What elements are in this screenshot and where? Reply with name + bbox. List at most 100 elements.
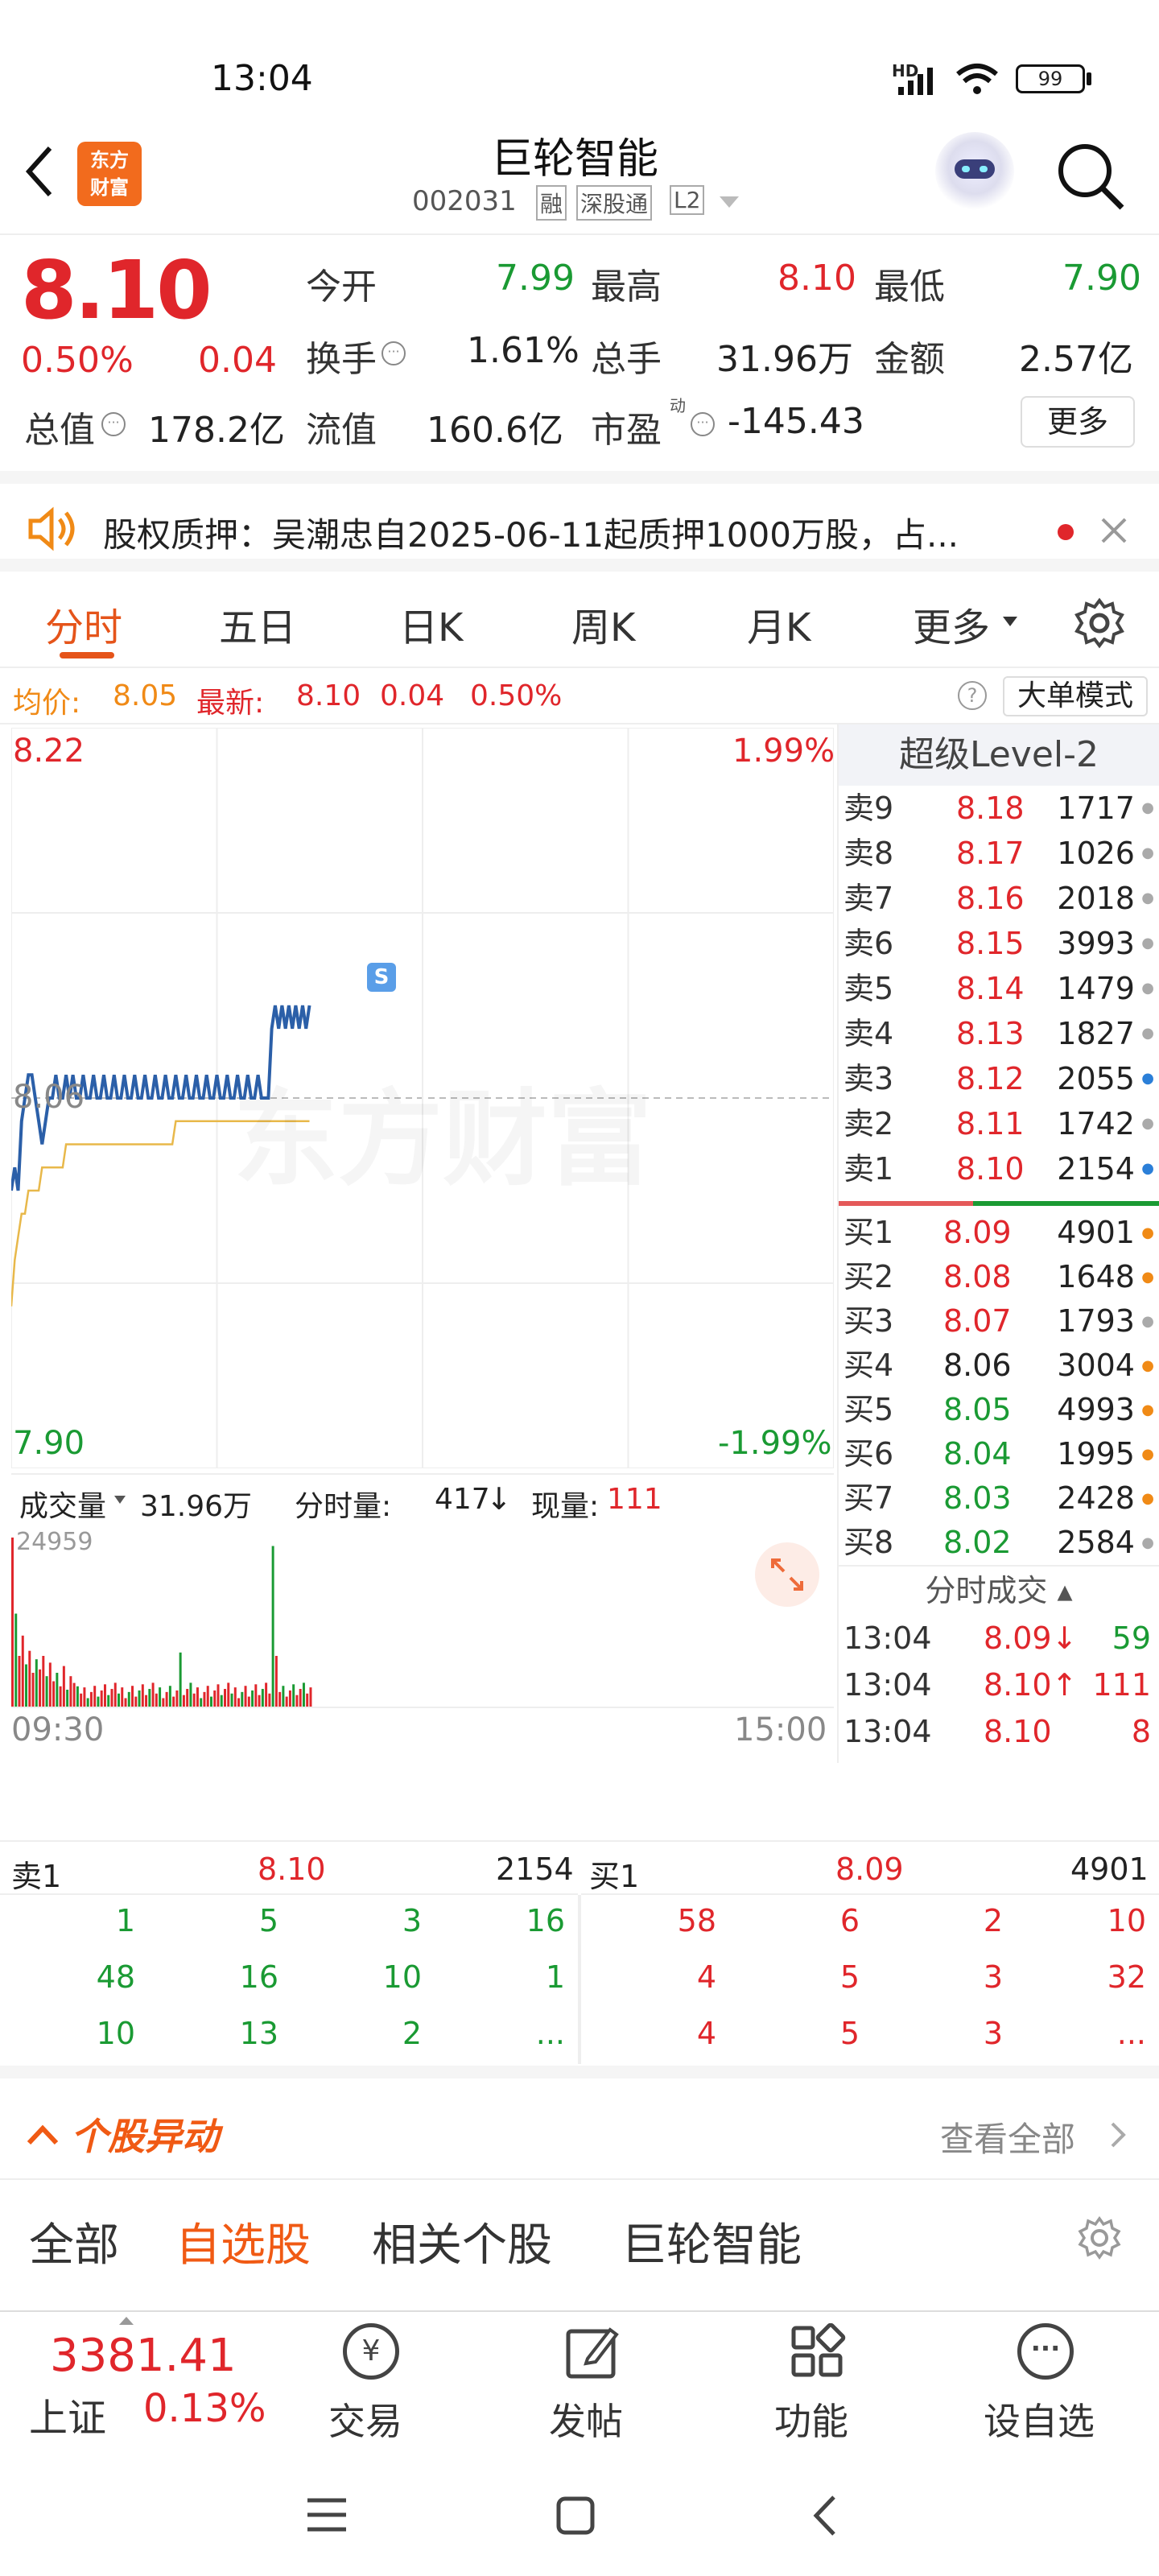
- tab-intraday[interactable]: 分时: [45, 596, 122, 652]
- tick-row[interactable]: 13:04 8.10 8: [839, 1708, 1159, 1755]
- close-icon[interactable]: [1099, 516, 1128, 545]
- stat-value: -145.43: [728, 401, 864, 442]
- tab-five-day[interactable]: 五日: [219, 596, 296, 652]
- bid-row[interactable]: 买2 8.08 1648 ●: [839, 1255, 1159, 1299]
- filter-related[interactable]: 相关个股: [372, 2209, 552, 2274]
- tick-row[interactable]: 13:04 8.10↑ 111: [839, 1662, 1159, 1708]
- bid-row[interactable]: 买6 8.04 1995 ●: [839, 1432, 1159, 1476]
- ask-price: 8.11: [956, 1106, 1025, 1141]
- stat-label: 总手: [591, 339, 662, 380]
- ask-row[interactable]: 卖5 8.14 1479 ●: [839, 966, 1159, 1011]
- flag-dot: ●: [1141, 1115, 1154, 1132]
- index-name: 上证: [29, 2396, 107, 2441]
- function-button[interactable]: 功能: [765, 2320, 869, 2443]
- filter-all[interactable]: 全部: [29, 2209, 119, 2274]
- bid-level: 买3: [843, 1303, 894, 1339]
- info-dots-icon[interactable]: ···: [382, 341, 406, 365]
- add-watchlist-button[interactable]: ··· 设自选: [975, 2320, 1120, 2443]
- flag-dot: ●: [1141, 1224, 1154, 1241]
- flag-dot: ●: [1141, 1402, 1154, 1418]
- signal-marker[interactable]: S: [367, 963, 396, 992]
- filter-watchlist[interactable]: 自选股: [175, 2209, 311, 2274]
- robot-face: [955, 159, 995, 179]
- bid-row[interactable]: 买5 8.05 4993 ●: [839, 1388, 1159, 1432]
- bid-row[interactable]: 买1 8.09 4901 ●: [839, 1211, 1159, 1255]
- bid-price: 8.04: [943, 1436, 1012, 1472]
- movement-divider: [0, 2178, 1159, 2180]
- index-value[interactable]: 3381.41: [50, 2330, 237, 2382]
- ask-row[interactable]: 卖6 8.15 3993 ●: [839, 921, 1159, 966]
- tab-day-k[interactable]: 日K: [399, 596, 463, 652]
- back-icon[interactable]: [21, 143, 56, 200]
- tab-more[interactable]: 更多: [913, 596, 990, 652]
- volume-bar: [258, 1695, 261, 1707]
- volume-bar: [25, 1664, 28, 1707]
- dropdown-icon[interactable]: [718, 195, 740, 211]
- trade-button[interactable]: ¥ 交易: [319, 2320, 423, 2443]
- bid-row[interactable]: 买7 8.03 2428 ●: [839, 1476, 1159, 1521]
- gear-icon[interactable]: [1077, 2215, 1122, 2260]
- tab-month-k[interactable]: 月K: [747, 596, 810, 652]
- flag-dot: ●: [1141, 1025, 1154, 1042]
- volume-header: 成交量 31.96万 分时量: 417 ↓ 现量: 111: [11, 1473, 834, 1523]
- notice-bar[interactable]: 股权质押：吴潮忠自2025-06-11起质押1000万股，占...: [0, 471, 1159, 572]
- volume-bar: [134, 1696, 138, 1707]
- flag-dot: ●: [1141, 1313, 1154, 1330]
- volume-bar: [69, 1676, 72, 1707]
- volume-bar: [230, 1693, 233, 1707]
- bid-volume: 4993: [1057, 1392, 1135, 1427]
- ask-row[interactable]: 卖1 8.10 2154 ●: [839, 1146, 1159, 1191]
- bid-volume: 2584: [1057, 1525, 1135, 1560]
- volume-bar: [233, 1687, 237, 1707]
- big-order-mode-button[interactable]: 大单模式: [1003, 676, 1148, 716]
- filter-stock[interactable]: 巨轮智能: [621, 2209, 802, 2274]
- home-icon[interactable]: [555, 2496, 596, 2536]
- info-dots-icon[interactable]: ···: [101, 412, 126, 436]
- help-icon[interactable]: ?: [958, 681, 987, 710]
- ask-row[interactable]: 卖4 8.13 1827 ●: [839, 1011, 1159, 1056]
- level2-title[interactable]: 超级Level-2: [839, 724, 1159, 786]
- tab-week-k[interactable]: 周K: [571, 596, 635, 652]
- queue-cell: ...: [535, 2016, 565, 2051]
- down-arrow: ↓: [486, 1481, 512, 1517]
- more-button[interactable]: 更多: [1021, 396, 1135, 448]
- bid-row[interactable]: 买8 8.02 2584 ●: [839, 1521, 1159, 1565]
- back-nav-icon[interactable]: [810, 2494, 839, 2537]
- volume-bar: [18, 1656, 21, 1707]
- ask-row[interactable]: 卖3 8.12 2055 ●: [839, 1056, 1159, 1101]
- expand-icon[interactable]: [755, 1542, 819, 1607]
- view-all-link[interactable]: 查看全部: [940, 2112, 1075, 2161]
- queue-cell: 6: [839, 1903, 860, 1938]
- ask-level: 卖2: [843, 1106, 894, 1141]
- stat-label: 换手: [306, 339, 377, 380]
- queue-cell: 10: [96, 2016, 135, 2051]
- ask-row[interactable]: 卖9 8.18 1717 ●: [839, 786, 1159, 831]
- volume-label[interactable]: 成交量: [19, 1483, 106, 1525]
- post-button[interactable]: 发帖: [539, 2320, 644, 2443]
- robot-assistant-icon[interactable]: [935, 132, 1014, 211]
- info-dots-icon[interactable]: ···: [691, 412, 715, 436]
- bid-row[interactable]: 买4 8.06 3004 ●: [839, 1344, 1159, 1388]
- bid-volume: 2428: [1057, 1480, 1135, 1516]
- ticks-header[interactable]: 分时成交 ▴: [839, 1567, 1159, 1615]
- queue-cell: 5: [839, 1959, 860, 1995]
- volume-bar: [186, 1689, 189, 1707]
- ask-row[interactable]: 卖7 8.16 2018 ●: [839, 876, 1159, 921]
- volume-bar: [56, 1673, 59, 1707]
- volume-bar: [141, 1684, 144, 1707]
- gear-icon[interactable]: [1074, 597, 1125, 649]
- ask-row[interactable]: 卖8 8.17 1026 ●: [839, 831, 1159, 876]
- ask-level: 卖8: [843, 836, 894, 871]
- queue-cell: 48: [96, 1959, 135, 1995]
- fs-volume-value: 417: [435, 1483, 490, 1516]
- bid-row[interactable]: 买3 8.07 1793 ●: [839, 1299, 1159, 1344]
- ask-row[interactable]: 卖2 8.11 1742 ●: [839, 1101, 1159, 1146]
- tab-indicator: [60, 652, 114, 658]
- tick-row[interactable]: 13:04 8.09↓ 59: [839, 1615, 1159, 1662]
- search-icon[interactable]: [1054, 140, 1127, 213]
- queue-header-buy: 买1 8.09 4901: [581, 1842, 1159, 1895]
- menu-icon[interactable]: [306, 2497, 348, 2533]
- volume-chart[interactable]: [11, 1525, 834, 1707]
- system-nav-bar: [0, 2447, 1159, 2576]
- stat-label: 总值: [24, 410, 95, 451]
